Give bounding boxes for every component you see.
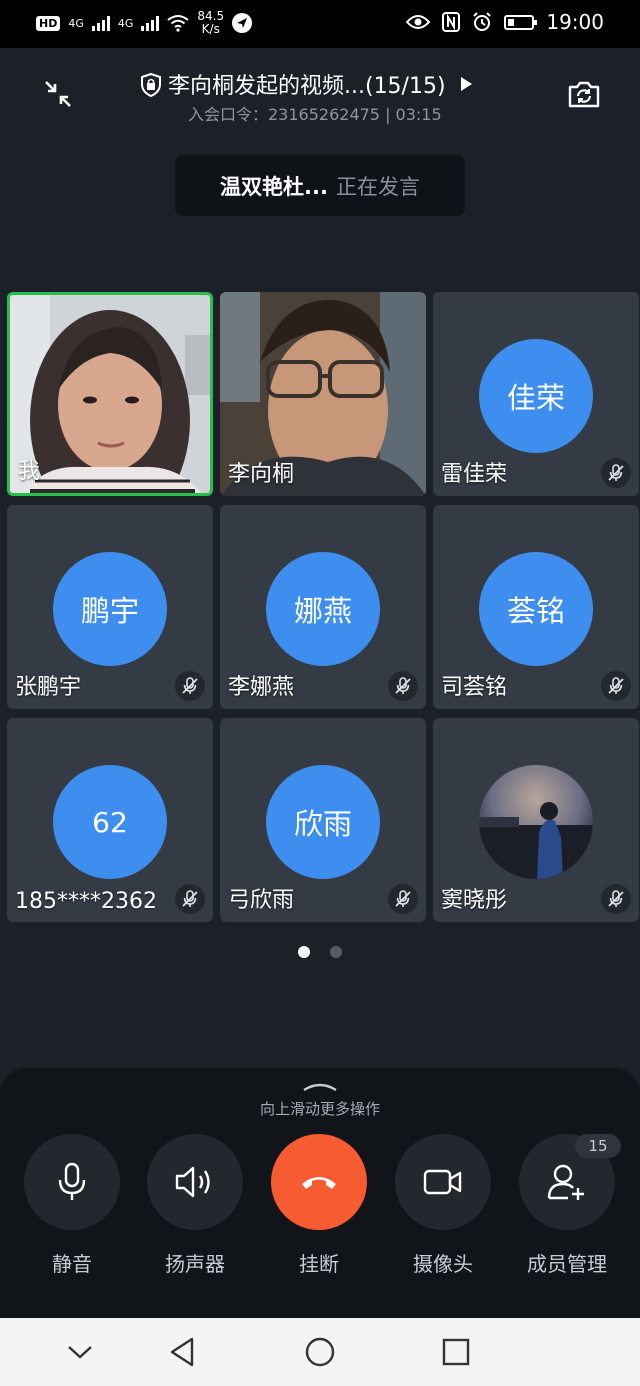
participant-tile-3[interactable]: 佳荣 雷佳荣 [433, 292, 639, 496]
mic-muted-icon [601, 458, 631, 488]
participant-name: 我 [18, 459, 41, 484]
back-triangle-icon [170, 1337, 194, 1367]
mute-button[interactable] [24, 1134, 120, 1230]
alarm-icon [473, 12, 492, 31]
participant-tile-self[interactable]: 我 [7, 292, 213, 496]
mic-muted-icon [388, 671, 418, 701]
collapse-nav-button[interactable] [60, 1334, 100, 1370]
self-video-feed [10, 295, 210, 493]
participant-avatar: 鹏宇 [53, 552, 167, 666]
network-speed-unit: K/s [201, 22, 220, 36]
minimize-icon [45, 81, 71, 107]
camera-button[interactable] [395, 1134, 491, 1230]
control-panel: 向上滑动更多操作 静音 扬声器 挂断 摄像头 成员管理 [0, 1068, 640, 1318]
home-circle-icon [305, 1337, 335, 1367]
add-member-icon [547, 1164, 584, 1200]
participant-name: 185****2362 [15, 889, 157, 914]
shield-lock-icon [141, 73, 161, 97]
network-speed: 84.5 K/s [197, 10, 224, 36]
eye-icon [406, 15, 431, 29]
speaking-indicator: 温双艳杜... 正在发言 [175, 155, 465, 216]
participant-tile-6[interactable]: 荟铭 司荟铭 [433, 505, 639, 709]
mic-muted-icon [388, 884, 418, 914]
participant-tile-8[interactable]: 欣雨 弓欣雨 [220, 718, 426, 922]
participant-name: 张鹏宇 [15, 675, 82, 700]
page-dot[interactable] [330, 946, 342, 958]
participant-avatar: 娜燕 [266, 552, 380, 666]
speaking-status: 正在发言 [335, 174, 420, 199]
microphone-icon [58, 1162, 86, 1200]
participant-name: 李娜燕 [228, 675, 295, 700]
back-button[interactable] [162, 1334, 202, 1370]
clock: 19:00 [546, 10, 604, 34]
hang-up-icon [302, 1177, 336, 1189]
meeting-code: 入会口令：23165262475 | 03:15 [188, 105, 442, 124]
participant-tile-5[interactable]: 娜燕 李娜燕 [220, 505, 426, 709]
battery-icon [504, 14, 538, 30]
mic-muted-icon [601, 884, 631, 914]
video-camera-icon [423, 1169, 462, 1195]
nfc-icon [442, 12, 461, 32]
wifi-icon [167, 15, 190, 32]
speaker-label: 扬声器 [165, 1252, 225, 1276]
status-bar: HD 4G 4G 84.5 K/s 19:00 [0, 0, 640, 48]
swipe-up-handle-icon[interactable] [302, 1082, 338, 1092]
participant-avatar: 62 [53, 765, 167, 879]
chevron-down-icon [68, 1346, 92, 1359]
speaker-button[interactable] [147, 1134, 243, 1230]
mic-muted-icon [175, 884, 205, 914]
participant-avatar: 荟铭 [479, 552, 593, 666]
speaking-name: 温双艳杜... [220, 174, 328, 199]
participant-name: 弓欣雨 [228, 888, 295, 913]
home-button[interactable] [300, 1334, 340, 1370]
switch-camera-button[interactable] [562, 72, 606, 116]
speaker-icon [175, 1166, 210, 1198]
hd-icon: HD [36, 15, 61, 31]
member-management-label: 成员管理 [527, 1252, 607, 1276]
mic-muted-icon [601, 671, 631, 701]
signal-label-2: 4G [117, 16, 134, 30]
signal-icon-2 [141, 15, 160, 31]
participant-name: 司荟铭 [441, 675, 508, 700]
hang-up-label: 挂断 [299, 1252, 339, 1276]
system-nav-bar [0, 1318, 640, 1386]
participant-tile-7[interactable]: 62 185****2362 [7, 718, 213, 922]
page-indicator [0, 946, 640, 958]
mute-label: 静音 [52, 1252, 92, 1276]
signal-icon [91, 15, 110, 31]
participant-tile-9[interactable]: 窦晓彤 [433, 718, 639, 922]
participant-tile-2[interactable]: 李向桐 [220, 292, 426, 496]
minimize-button[interactable] [36, 72, 80, 116]
meeting-title[interactable]: 李向桐发起的视频...(15/15) [140, 68, 510, 100]
mic-muted-icon [175, 671, 205, 701]
signal-label: 4G [68, 16, 84, 30]
meeting-title-text: 李向桐发起的视频...(15/15) [168, 74, 446, 99]
participant-tile-4[interactable]: 鹏宇 张鹏宇 [7, 505, 213, 709]
hang-up-button[interactable] [271, 1134, 367, 1230]
camera-label: 摄像头 [413, 1252, 473, 1276]
recents-square-icon [442, 1338, 470, 1366]
location-arrow-icon [232, 13, 253, 33]
play-arrow-icon [460, 77, 472, 91]
switch-camera-icon [568, 81, 600, 108]
participant-name: 李向桐 [228, 462, 295, 487]
participant-name: 窦晓彤 [441, 888, 508, 913]
participant-name: 雷佳荣 [441, 462, 508, 487]
recents-button[interactable] [436, 1334, 476, 1370]
swipe-hint: 向上滑动更多操作 [259, 1100, 380, 1118]
page-dot-active[interactable] [298, 946, 310, 958]
participant-avatar-photo [479, 765, 593, 879]
participant-avatar: 佳荣 [479, 339, 593, 453]
member-count-badge: 15 [575, 1134, 621, 1158]
network-speed-value: 84.5 [197, 9, 225, 23]
participant-avatar: 欣雨 [266, 765, 380, 879]
